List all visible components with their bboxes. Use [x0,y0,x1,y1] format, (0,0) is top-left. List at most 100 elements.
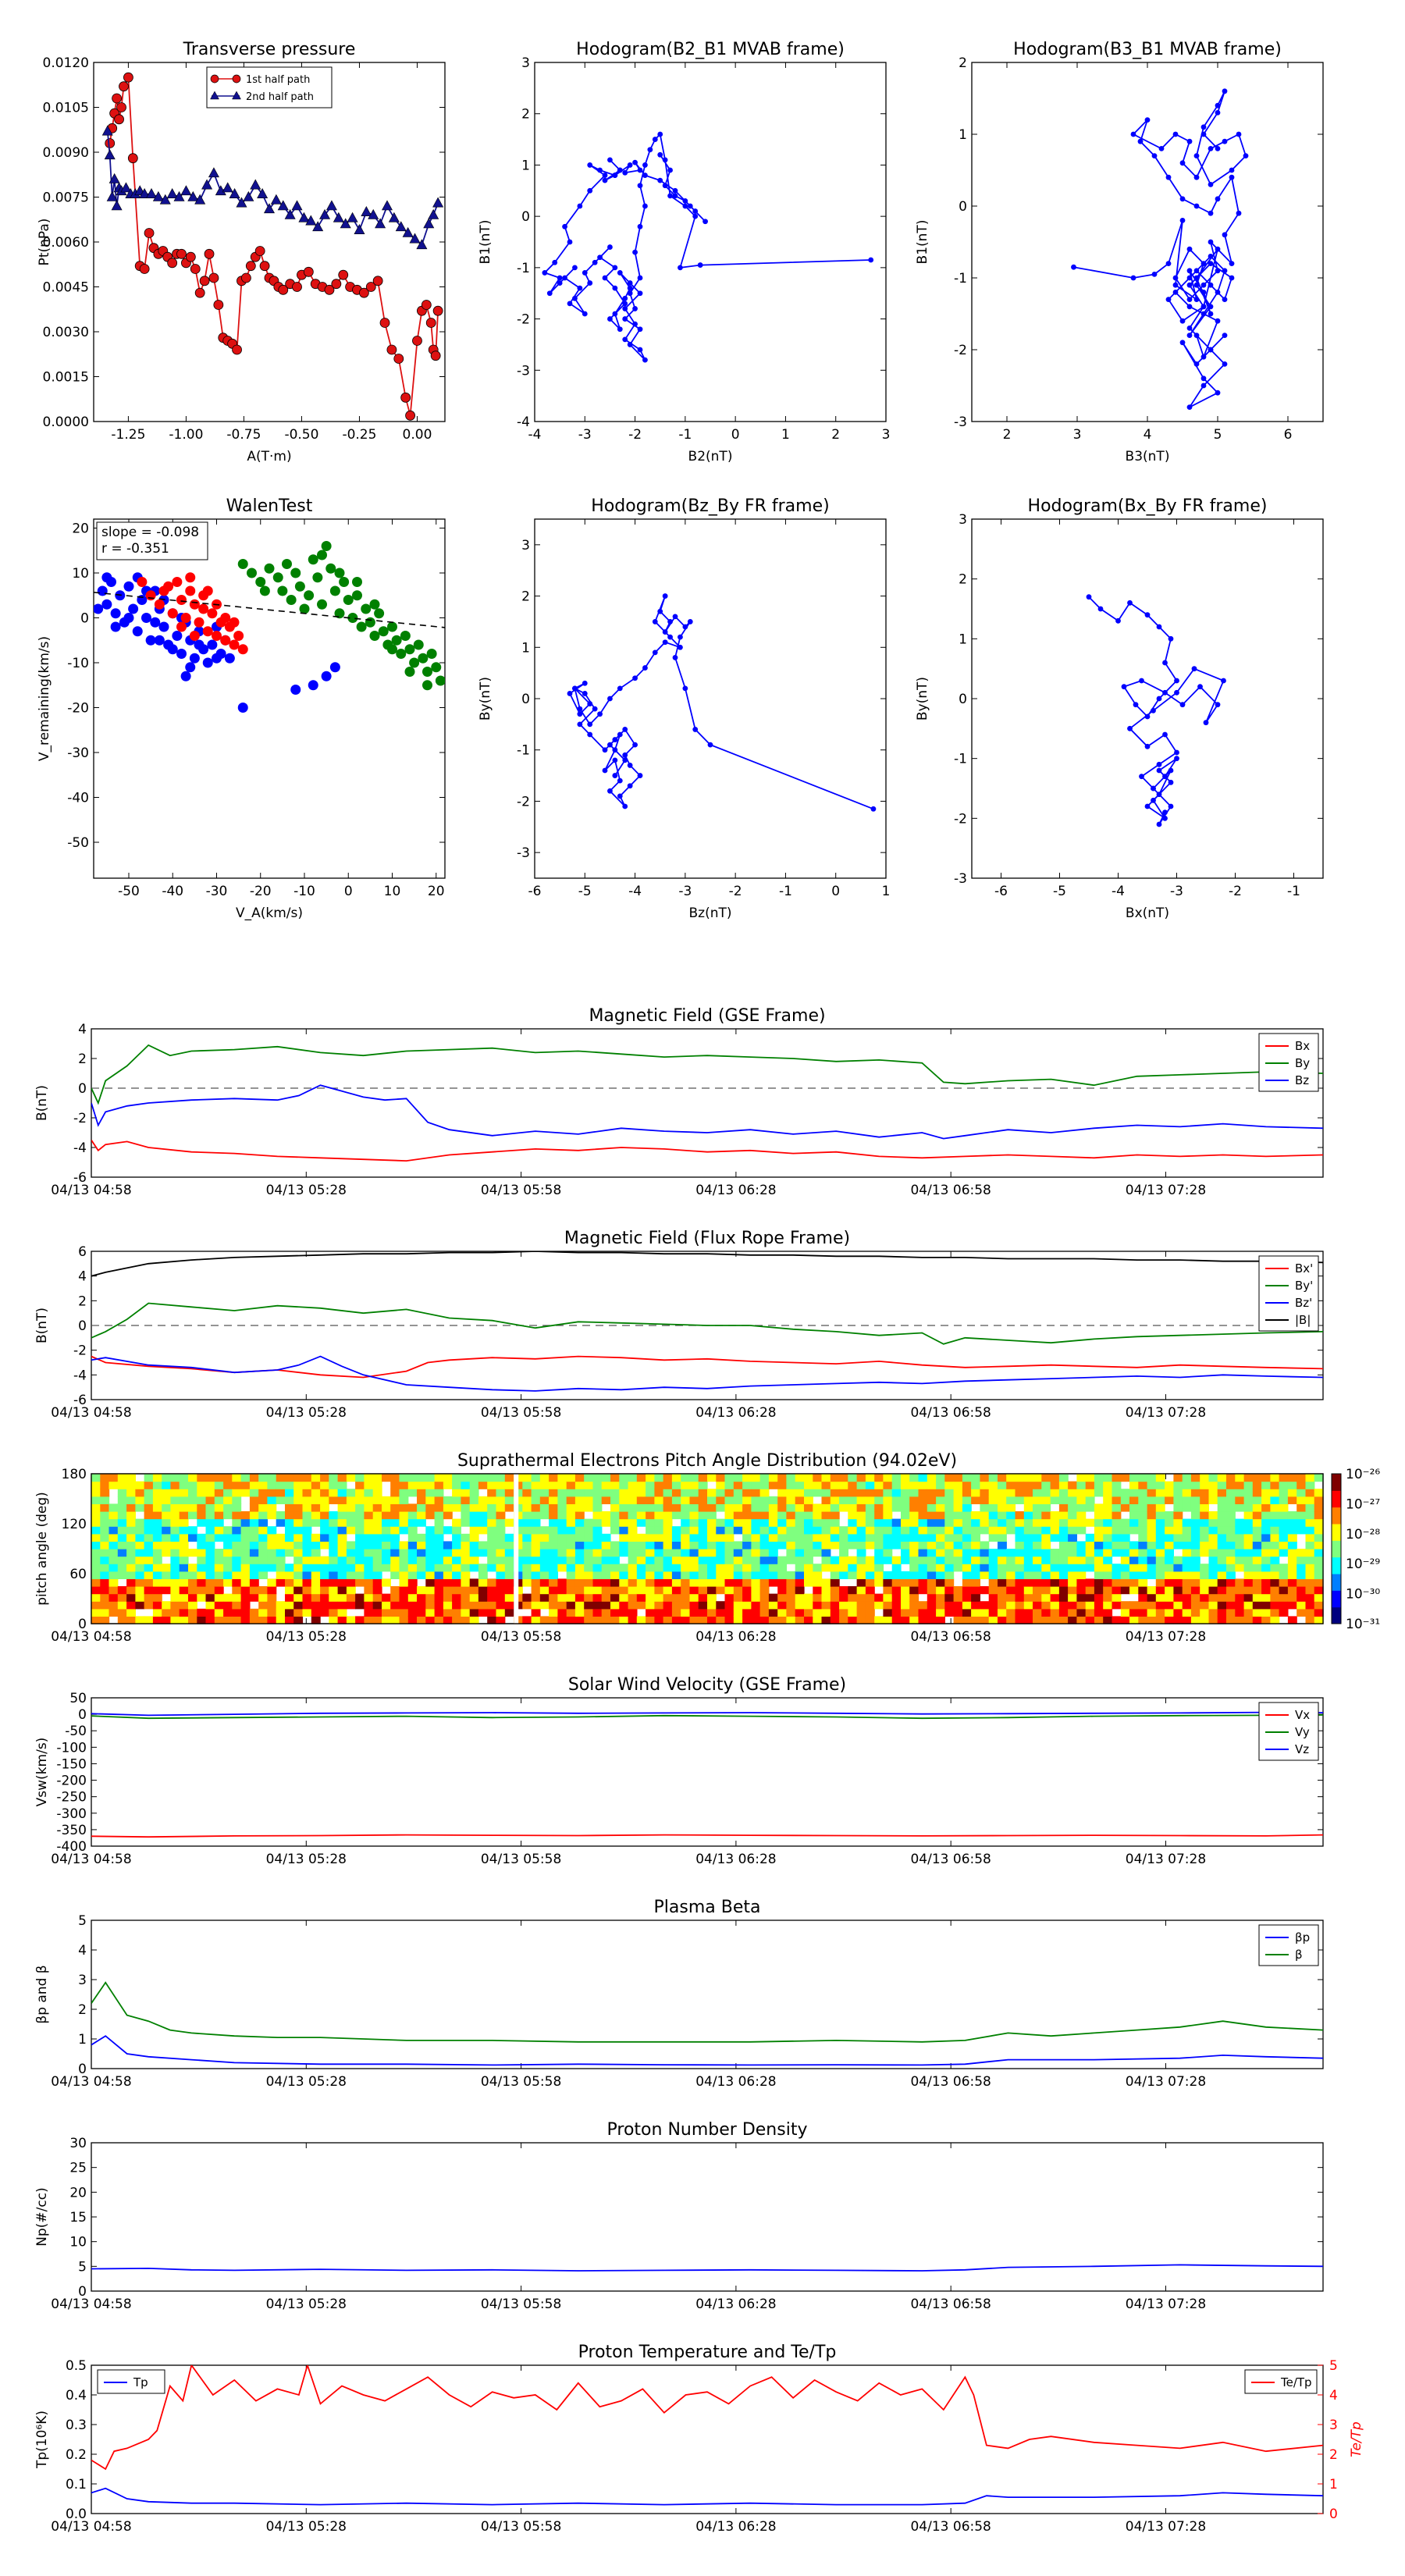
heatmap-cell [724,1608,735,1617]
heatmap-cell [724,1586,735,1595]
heatmap-cell [539,1489,550,1497]
heatmap-cell [733,1556,743,1564]
heatmap-cell [646,1571,655,1579]
heatmap-cell [813,1571,823,1579]
data-point [642,203,648,209]
heatmap-cell [267,1496,277,1504]
y-tick-label: -2 [73,1111,87,1126]
x-tick-label: 6 [1284,427,1293,443]
heatmap-cell [1138,1586,1148,1595]
heatmap-cell [1226,1601,1236,1610]
heatmap-cell [883,1511,893,1520]
heatmap-cell [865,1571,875,1579]
data-point [562,275,567,281]
x-tick-label: -1 [678,427,692,443]
data-point [617,685,623,692]
heatmap-cell [1129,1608,1139,1617]
heatmap-cell [311,1511,321,1520]
x-tick-label: 04/13 05:58 [481,2297,561,2312]
heatmap-cell [232,1586,242,1595]
heatmap-cell [1023,1571,1033,1579]
heatmap-cell [487,1489,497,1497]
heatmap-cell [759,1578,770,1587]
heatmap-cell [592,1556,603,1564]
data-point [617,167,623,173]
heatmap-cell [1103,1496,1113,1504]
heatmap-cell [179,1526,189,1535]
x-tick-label: 2 [831,427,840,443]
heatmap-cell [988,1571,998,1579]
heatmap-cell [707,1601,717,1610]
heatmap-cell [1112,1481,1122,1489]
heatmap-cell [998,1518,1007,1527]
heatmap-cell [1200,1474,1210,1482]
heatmap-cell [1226,1511,1236,1520]
data-point [1229,174,1235,180]
heatmap-cell [223,1616,233,1624]
heatmap-cell [329,1593,339,1602]
heatmap-cell [1006,1571,1016,1579]
data-point [176,621,187,632]
heatmap-cell [1208,1541,1218,1550]
heatmap-cell [539,1533,550,1542]
heatmap-cell [646,1556,655,1564]
heatmap-cell [786,1496,796,1504]
heatmap-cell [566,1556,576,1564]
heatmap-cell [549,1593,558,1602]
heatmap-cell [953,1564,963,1572]
data-point [1168,803,1174,809]
heatmap-cell [417,1601,426,1610]
heatmap-cell [927,1549,937,1557]
heatmap-cell [1041,1526,1051,1535]
y-tick-label: -400 [56,1839,87,1855]
data-point [587,280,593,286]
heatmap-cell [258,1496,269,1504]
heatmap-cell [417,1533,426,1542]
heatmap-cell [557,1533,567,1542]
x-tick-label: -4 [1112,884,1125,899]
heatmap-cell [716,1549,726,1557]
heatmap-cell [144,1489,154,1497]
heatmap-cell [399,1593,409,1602]
heatmap-cell [249,1533,259,1542]
y-tick-label: -3 [517,363,530,379]
heatmap-cell [1129,1489,1139,1497]
heatmap-cell [1261,1571,1271,1579]
heatmap-cell [452,1608,461,1617]
data-point [1162,815,1168,821]
data-point [622,757,628,763]
heatmap-cell [1190,1616,1200,1624]
heatmap-cell [1314,1518,1324,1527]
heatmap-cell [1050,1586,1060,1595]
data-point [259,261,270,272]
heatmap-cell [1147,1526,1157,1535]
heatmap-cell [276,1533,286,1542]
heatmap-cell [496,1616,506,1624]
heatmap-cell [671,1608,681,1617]
heatmap-cell [496,1489,506,1497]
heatmap-cell [848,1489,858,1497]
heatmap-cell [469,1496,479,1504]
heatmap-cell [1147,1541,1157,1550]
data-point [180,613,191,623]
heatmap-cell [152,1526,162,1535]
heatmap-cell [214,1578,224,1587]
data-point [202,626,213,637]
heatmap-cell [574,1578,585,1587]
heatmap-cell [601,1518,611,1527]
heatmap-cell [742,1586,752,1595]
data-point [1172,275,1179,281]
heatmap-cell [531,1511,541,1520]
heatmap-cell [285,1616,294,1624]
heatmap-cell [998,1474,1007,1482]
data-point [587,721,593,728]
heatmap-cell [689,1474,699,1482]
heatmap-cell [337,1549,347,1557]
heatmap-cell [407,1586,418,1595]
y-tick-label: 0.5 [66,2358,87,2374]
heatmap-cell [646,1608,655,1617]
heatmap-cell [724,1601,735,1610]
heatmap-cell [223,1489,233,1497]
heatmap-cell [337,1616,347,1624]
heatmap-cell [1261,1593,1271,1602]
